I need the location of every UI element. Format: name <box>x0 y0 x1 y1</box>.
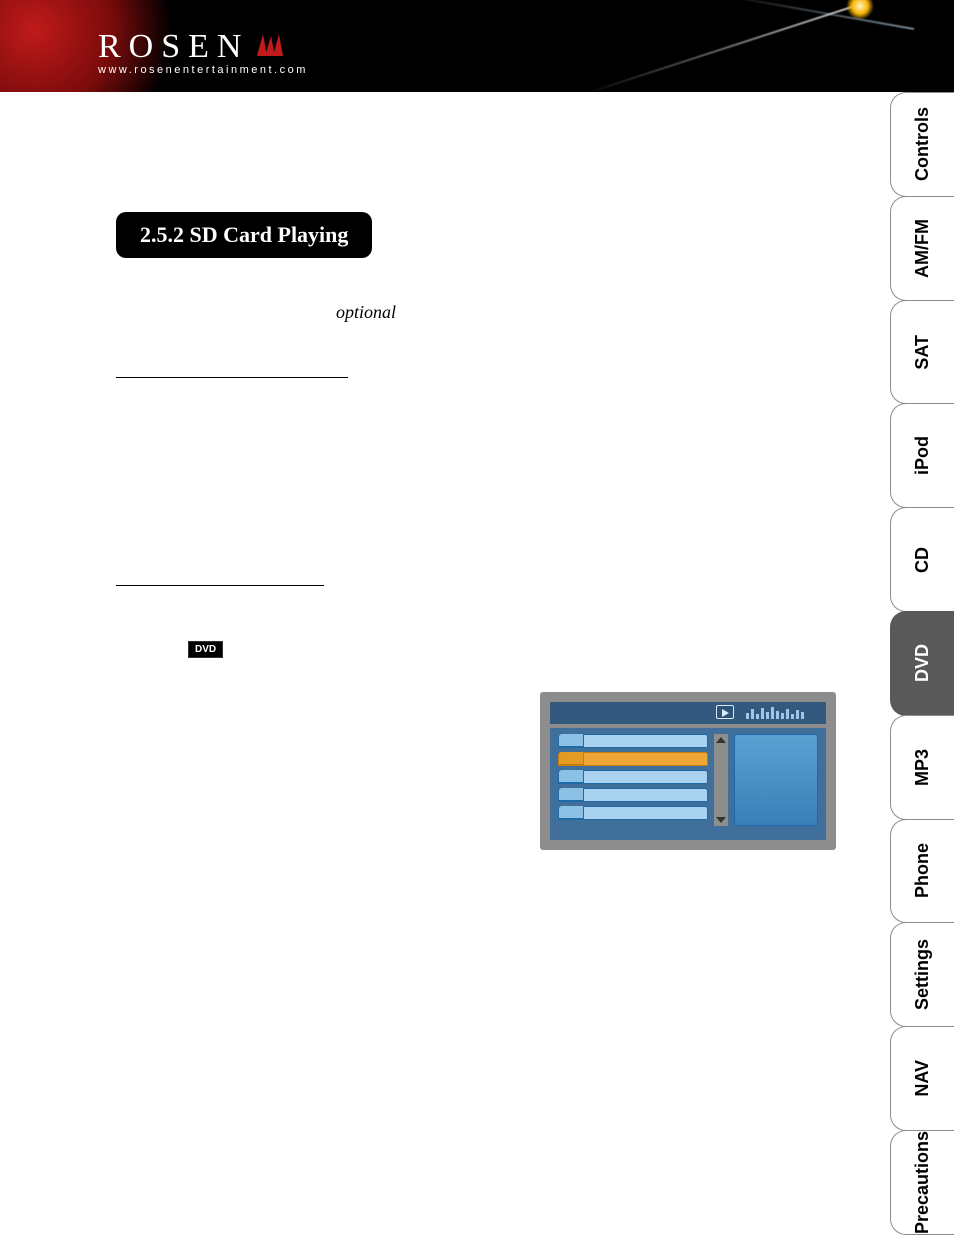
player-status-bar <box>550 702 826 724</box>
tab-sat[interactable]: SAT <box>890 300 954 405</box>
tab-label: AM/FM <box>912 219 933 278</box>
list-item <box>558 788 708 802</box>
scroll-up-icon <box>716 737 726 743</box>
tab-label: DVD <box>912 644 933 682</box>
player-file-list <box>558 734 708 826</box>
tab-label: Phone <box>912 843 933 898</box>
tab-label: SAT <box>912 335 933 370</box>
tab-nav[interactable]: NAV <box>890 1026 954 1131</box>
list-item <box>558 770 708 784</box>
brand-name: ROSEN <box>98 28 249 66</box>
play-icon <box>716 705 734 719</box>
tab-settings[interactable]: Settings <box>890 922 954 1027</box>
tab-label: CD <box>912 547 933 573</box>
section-tab-rail: Controls AM/FM SAT iPod CD DVD MP3 Phone… <box>890 92 954 1235</box>
tab-mp3[interactable]: MP3 <box>890 715 954 820</box>
tab-label: NAV <box>912 1060 933 1097</box>
tab-label: Controls <box>912 107 933 181</box>
tab-cd[interactable]: CD <box>890 507 954 612</box>
tab-label: MP3 <box>912 749 933 786</box>
brand-mark-icon <box>255 32 285 63</box>
section-heading: 2.5.2 SD Card Playing <box>116 212 372 258</box>
tab-label: Precautions <box>912 1131 933 1234</box>
tab-phone[interactable]: Phone <box>890 819 954 924</box>
tab-label: Settings <box>912 939 933 1010</box>
subheading-underline <box>116 375 348 378</box>
subheading-underline <box>116 583 324 586</box>
scroll-down-icon <box>716 817 726 823</box>
brand-header: ROSEN www.rosenentertainment.com <box>0 0 954 92</box>
tab-amfm[interactable]: AM/FM <box>890 196 954 301</box>
list-item <box>558 806 708 820</box>
tab-label: iPod <box>912 436 933 475</box>
decorative-comet <box>554 0 954 92</box>
player-preview-pane <box>734 734 818 826</box>
tab-precautions[interactable]: Precautions <box>890 1130 954 1235</box>
brand-subtext: www.rosenentertainment.com <box>98 64 308 76</box>
tab-ipod[interactable]: iPod <box>890 403 954 508</box>
section-heading-text: 2.5.2 SD Card Playing <box>140 222 348 247</box>
player-body <box>550 728 826 832</box>
optional-note: optional <box>336 302 842 323</box>
equalizer-icon <box>746 707 820 719</box>
list-item <box>558 734 708 748</box>
brand-logo: ROSEN www.rosenentertainment.com <box>98 28 308 76</box>
dvd-button-icon: DVD <box>188 641 223 658</box>
scrollbar <box>714 734 728 826</box>
player-screen-illustration <box>540 692 836 850</box>
page-content: 2.5.2 SD Card Playing optional DVD <box>0 92 890 1235</box>
tab-controls[interactable]: Controls <box>890 92 954 197</box>
list-item-selected <box>558 752 708 766</box>
tab-dvd[interactable]: DVD <box>890 611 954 716</box>
